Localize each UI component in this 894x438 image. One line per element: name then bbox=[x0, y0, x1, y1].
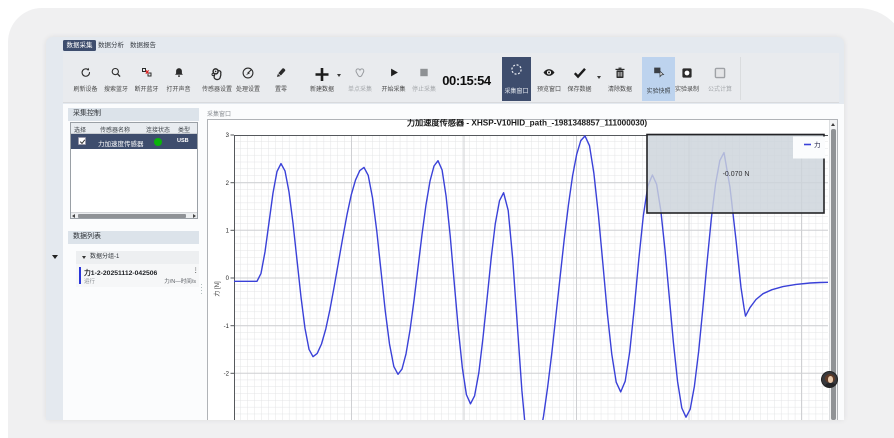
svg-text:-0.070 N: -0.070 N bbox=[723, 171, 750, 178]
svg-text:-1: -1 bbox=[224, 324, 230, 330]
svg-text:力 [N]: 力 [N] bbox=[213, 281, 221, 297]
svg-text:0: 0 bbox=[226, 276, 230, 282]
svg-text:-2: -2 bbox=[224, 372, 230, 378]
svg-text:2: 2 bbox=[226, 181, 230, 187]
svg-text:3: 3 bbox=[226, 133, 230, 139]
svg-text:力加速度传感器 - XHSP-V10HID_path_-19: 力加速度传感器 - XHSP-V10HID_path_-1981348857_1… bbox=[407, 119, 648, 128]
svg-text:1: 1 bbox=[226, 229, 230, 235]
svg-text:力: 力 bbox=[814, 140, 821, 149]
